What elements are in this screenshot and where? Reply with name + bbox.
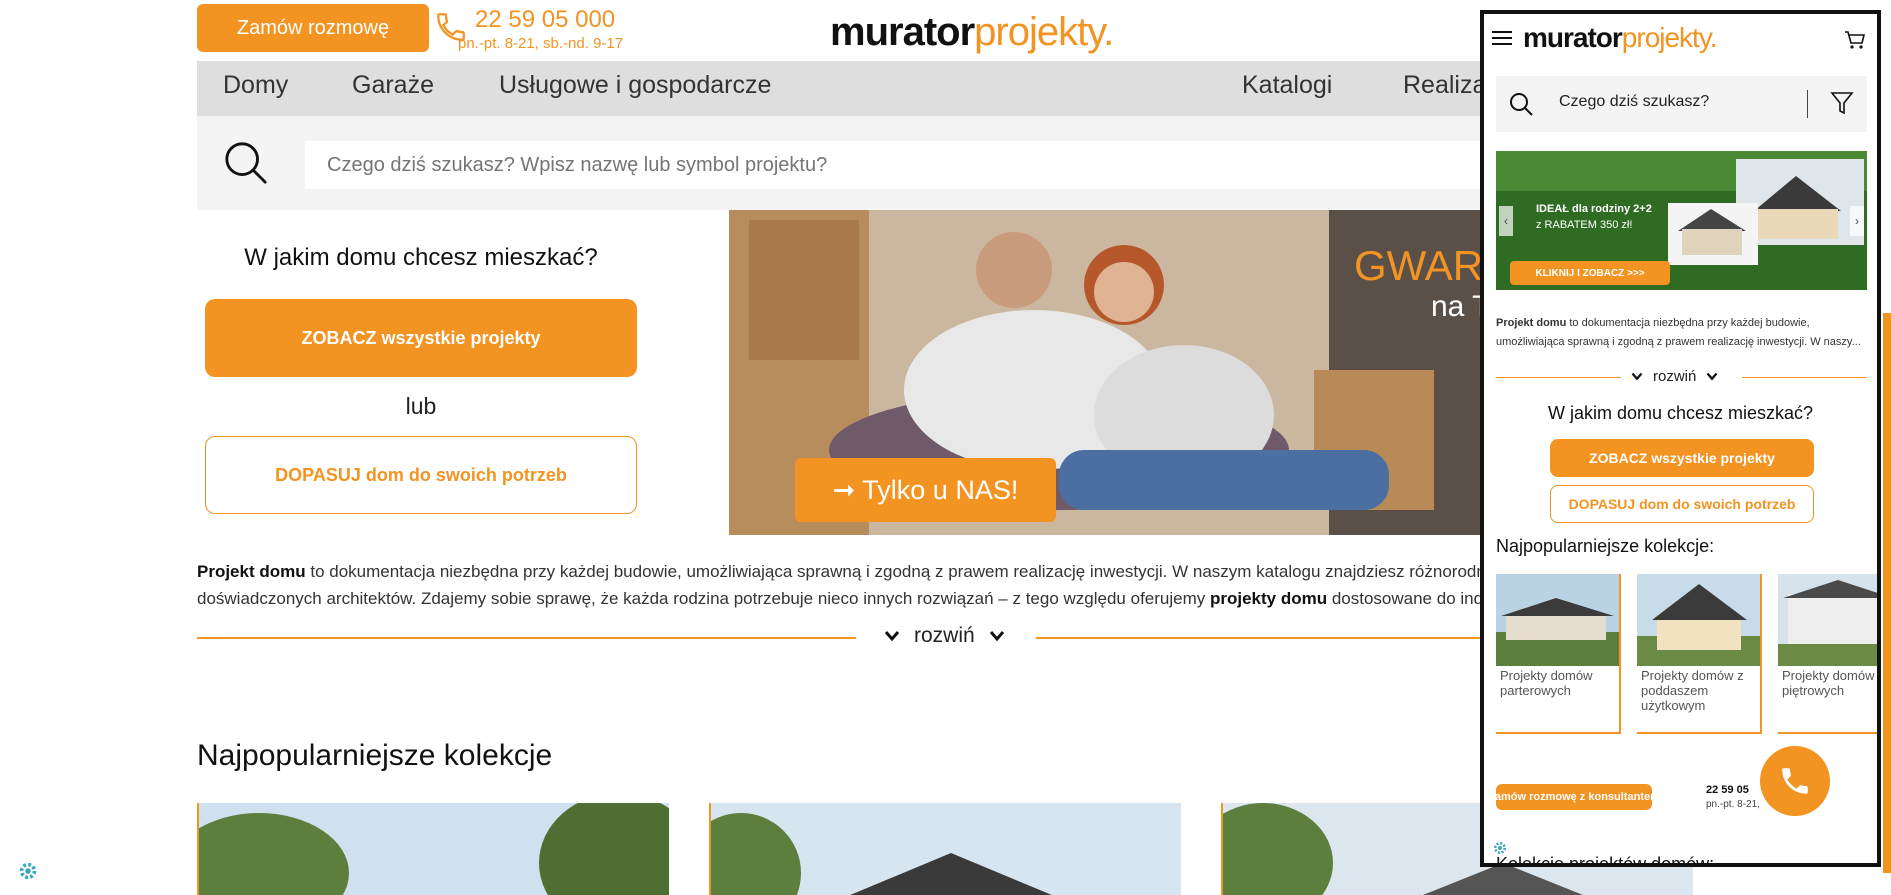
mobile-search-input[interactable]: Czego dziś szukasz?	[1559, 93, 1709, 111]
mobile-collection-card[interactable]: Projekty domów parterowych	[1496, 574, 1621, 734]
phone-hours: pn.-pt. 8-21, sb.-nd. 9-17	[458, 35, 624, 52]
mobile-collection-card[interactable]: Projekty domów z poddaszem użytkowym	[1637, 574, 1762, 734]
mobile-divider-right	[1742, 377, 1867, 378]
search-icon[interactable]	[1508, 91, 1534, 117]
hamburger-menu-icon[interactable]	[1492, 30, 1512, 46]
page-accent-strip	[1883, 313, 1891, 873]
mobile-phone-hours: pn.-pt. 8-21,	[1706, 799, 1760, 810]
divider-right	[1036, 637, 1536, 639]
collection-label: Projekty domów parterowych	[1500, 668, 1593, 698]
search-icon[interactable]	[223, 140, 269, 186]
collection-photo	[1778, 574, 1877, 666]
mobile-request-call-button[interactable]: Zamów rozmowę z konsultantem	[1488, 784, 1660, 810]
expand-label: rozwiń	[1653, 368, 1697, 385]
main-nav: Domy Garaże Usługowe i gospodarcze Katal…	[197, 61, 1537, 116]
expand-toggle[interactable]: rozwiń	[884, 624, 1005, 648]
carousel-next-arrow-icon[interactable]: ›	[1850, 206, 1864, 236]
hero-banner[interactable]: GWARA na T ➞ Tylko u NAS!	[729, 210, 1539, 535]
description-text: Projekt domu to dokumentacja niezbędna p…	[197, 558, 1537, 612]
promo-cta-button[interactable]: KLIKNIJ I ZOBACZ >>>	[1510, 261, 1670, 285]
mobile-divider-left	[1496, 377, 1621, 378]
collection-card[interactable]	[197, 803, 669, 895]
desc-text: to dokumentacja niezbędna przy każdej bu…	[1566, 317, 1810, 329]
mobile-collection-card[interactable]: Projekty domów piętrowych	[1778, 574, 1877, 734]
logo-text-murator: murator	[1523, 22, 1623, 53]
search-bar	[197, 116, 1537, 210]
nav-item-katalogi[interactable]: Katalogi	[1242, 71, 1332, 100]
collection-photo	[1637, 574, 1760, 666]
collection-photo	[711, 803, 1181, 895]
mobile-description: Projekt domu to dokumentacja niezbędna p…	[1496, 314, 1867, 352]
nav-item-realizacje[interactable]: Realiza	[1403, 71, 1486, 100]
mobile-desc-line-2: umożliwiająca sprawną i zgodną z prawem …	[1496, 336, 1861, 348]
collection-card[interactable]	[709, 803, 1181, 895]
collection-photo	[199, 803, 669, 895]
mobile-see-all-projects-button[interactable]: ZOBACZ wszystkie projekty	[1550, 439, 1814, 477]
search-input[interactable]	[305, 141, 1537, 189]
nav-item-garaze[interactable]: Garaże	[352, 71, 434, 100]
chevron-down-icon	[1707, 372, 1718, 381]
mobile-match-house-button[interactable]: DOPASUJ dom do swoich potrzeb	[1550, 485, 1814, 523]
desc-bold-projekt-domu: Projekt domu	[197, 562, 306, 581]
logo-text-projekty: projekty.	[974, 10, 1114, 54]
promo-subline: z RABATEM 350 zł!	[1536, 219, 1633, 231]
hero-cta-button[interactable]: ➞ Tylko u NAS!	[795, 458, 1056, 522]
filter-icon[interactable]	[1830, 90, 1854, 116]
call-fab-button[interactable]	[1760, 746, 1830, 816]
chevron-down-icon	[884, 631, 900, 642]
cart-icon[interactable]	[1844, 30, 1866, 50]
top-bar: Zamów rozmowę 22 59 05 000 pn.-pt. 8-21,…	[197, 4, 1537, 54]
match-house-button[interactable]: DOPASUJ dom do swoich potrzeb	[205, 436, 637, 514]
promo-headline: IDEAŁ dla rodziny 2+2	[1536, 203, 1652, 215]
or-text: lub	[405, 393, 437, 419]
desc-text: doświadczonych architektów. Zdajemy sobi…	[197, 589, 1210, 608]
logo-text-projekty: projekty.	[1621, 22, 1718, 53]
nav-item-domy[interactable]: Domy	[223, 71, 288, 100]
expand-label: rozwiń	[914, 624, 975, 647]
collection-label: Projekty domów z poddaszem użytkowym	[1641, 668, 1744, 713]
promo-carousel[interactable]: IDEAŁ dla rodziny 2+2 z RABATEM 350 zł! …	[1496, 151, 1867, 290]
collection-label: Projekty domów piętrowych	[1782, 668, 1875, 698]
mobile-phone-number[interactable]: 22 59 05	[1706, 784, 1749, 796]
request-call-button[interactable]: Zamów rozmowę	[197, 4, 429, 52]
mobile-desc-line-1: Projekt domu to dokumentacja niezbędna p…	[1496, 314, 1867, 333]
desc-bold: Projekt domu	[1496, 317, 1567, 329]
cookie-settings-gear-icon[interactable]	[1492, 840, 1508, 856]
cookie-settings-gear-icon[interactable]	[17, 860, 39, 882]
mobile-popular-title: Najpopularniejsze kolekcje:	[1496, 536, 1715, 556]
mobile-site-logo[interactable]: muratorprojekty.	[1523, 22, 1718, 54]
phone-number[interactable]: 22 59 05 000	[475, 6, 615, 34]
logo-text-murator: murator	[830, 10, 975, 54]
mobile-preview-window: muratorprojekty. Czego dziś szukasz? IDE…	[1480, 10, 1881, 867]
mobile-collections-title: Kolekcje projektów domów:	[1496, 854, 1715, 867]
see-all-projects-button[interactable]: ZOBACZ wszystkie projekty	[205, 299, 637, 377]
desc-text: to dokumentacja niezbędna przy każdej bu…	[305, 562, 1500, 581]
mobile-finder-question: W jakim domu chcesz mieszkać?	[1547, 403, 1814, 423]
search-separator	[1807, 90, 1808, 118]
collection-photo	[1496, 574, 1619, 666]
page: Zamów rozmowę 22 59 05 000 pn.-pt. 8-21,…	[0, 0, 1891, 895]
desc-bold-projekty-domu: projekty domu	[1209, 589, 1328, 608]
site-logo[interactable]: muratorprojekty.	[830, 10, 1114, 55]
house-finder-panel: W jakim domu chcesz mieszkać? ZOBACZ wsz…	[205, 210, 637, 540]
description-line-2: doświadczonych architektów. Zdajemy sobi…	[197, 585, 1537, 612]
finder-question: W jakim domu chcesz mieszkać?	[244, 244, 598, 271]
chevron-down-icon	[1631, 372, 1643, 381]
collections-title: Najpopularniejsze kolekcje	[197, 739, 553, 772]
nav-item-uslugowe[interactable]: Usługowe i gospodarcze	[499, 71, 771, 100]
chevron-down-icon	[989, 631, 1004, 642]
phone-icon	[1782, 768, 1808, 794]
divider-left	[197, 637, 856, 639]
mobile-search-bar[interactable]: Czego dziś szukasz?	[1496, 76, 1867, 132]
carousel-prev-arrow-icon[interactable]: ‹	[1499, 206, 1513, 236]
mobile-expand-toggle[interactable]: rozwiń	[1631, 368, 1718, 385]
description-line-1: Projekt domu to dokumentacja niezbędna p…	[197, 558, 1537, 585]
